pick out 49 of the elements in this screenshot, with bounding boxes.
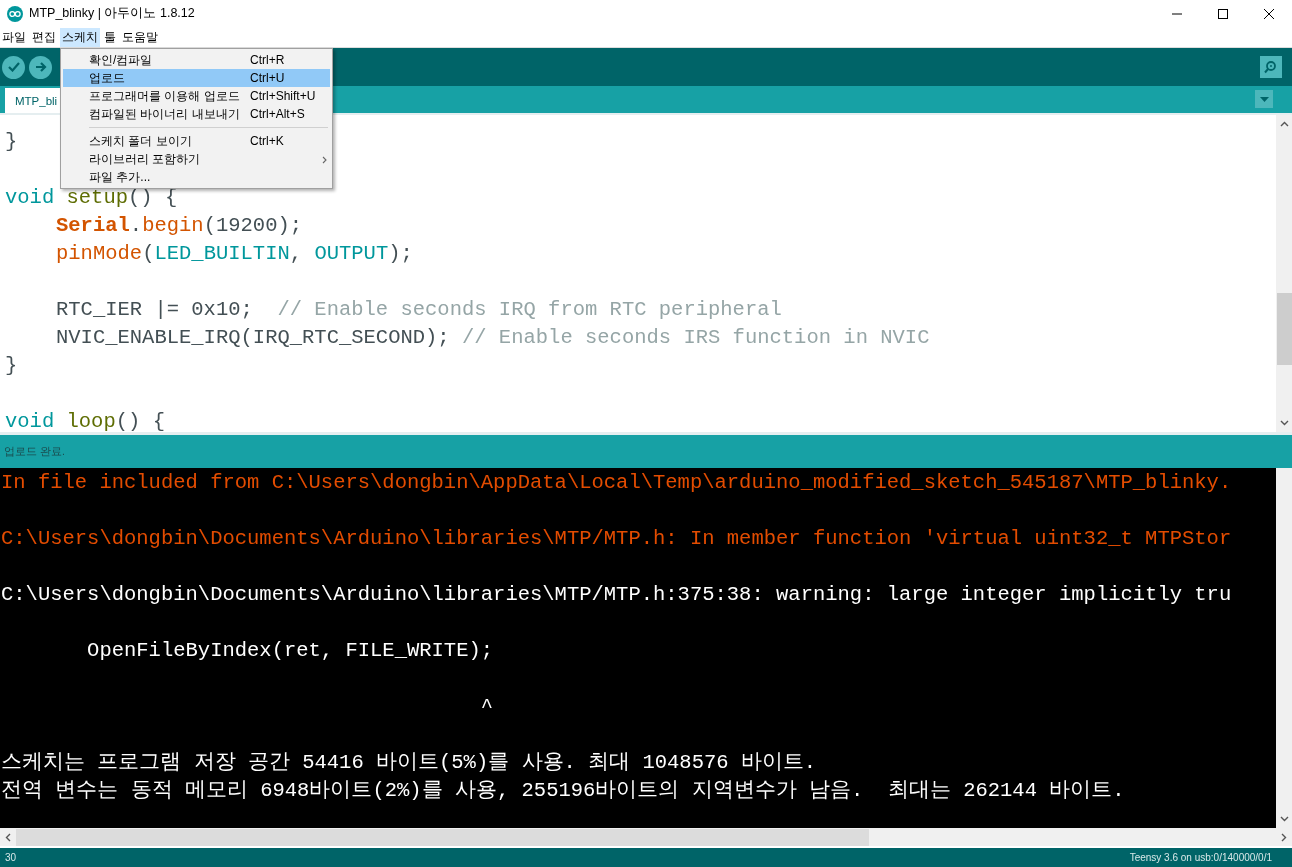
app-logo-icon: [7, 5, 23, 22]
menu-item[interactable]: 스케치 폴더 보이기 Ctrl+K: [63, 132, 330, 150]
serial-monitor-button[interactable]: [1260, 56, 1282, 78]
menu-bar-item[interactable]: 파일: [0, 27, 28, 47]
menu-bar-item[interactable]: 도움말: [120, 27, 160, 47]
console-line: In file included from C:\Users\dongbin\AppData\Local\Temp\arduino_modified_sketch_545187\MTP_blinky.: [0, 470, 1233, 496]
arrow-right-icon: [34, 61, 47, 73]
code-line: }: [5, 129, 18, 155]
console-line: C:\Users\dongbin\Documents\Arduino\libraries\MTP/MTP.h: In member function 'virtual uint32_t MTPStor: [0, 526, 1233, 552]
menu-item[interactable]: 업로드 Ctrl+U: [63, 69, 330, 87]
close-icon: [1264, 8, 1274, 19]
scroll-right-icon[interactable]: [1281, 832, 1287, 842]
menu-bar-item[interactable]: 툴: [102, 27, 118, 47]
line-number: 30: [5, 852, 17, 863]
scroll-down-icon[interactable]: [1279, 420, 1289, 426]
scroll-down-icon[interactable]: [1279, 816, 1289, 822]
scroll-left-icon[interactable]: [5, 832, 11, 842]
menu-item[interactable]: 확인/컴파일 Ctrl+R: [63, 51, 330, 69]
upload-button[interactable]: [29, 55, 52, 79]
menu-item[interactable]: 파일 추가...: [63, 168, 330, 186]
magnifier-icon: [1264, 60, 1278, 74]
scroll-up-icon[interactable]: [1279, 121, 1289, 127]
checkmark-icon: [7, 62, 20, 72]
scrollbar[interactable]: [1276, 468, 1292, 828]
code-line: }: [5, 353, 18, 379]
caret-down-icon: [1259, 96, 1269, 102]
board-info: Teensy 3.6 on usb:0/140000/0/1: [1129, 852, 1272, 863]
menu-bar-item[interactable]: 스케치: [60, 27, 100, 47]
menu-bar-item[interactable]: 편집: [30, 27, 58, 47]
console-line: C:\Users\dongbin\Documents\Arduino\libraries\MTP/MTP.h:375:38: warning: large integer implicitly tru: [0, 582, 1233, 608]
code-line: NVIC_ENABLE_IRQ(IRQ_RTC_SECOND); // Enable seconds IRS function in NVIC: [55, 325, 930, 351]
code-line: Serial.begin(19200);: [55, 213, 303, 239]
scrollbar[interactable]: [0, 828, 1292, 846]
scrollbar[interactable]: [1276, 115, 1292, 432]
status-message: 업로드 완료.: [4, 444, 65, 459]
verify-button[interactable]: [2, 55, 25, 79]
console-line: 스케치는 프로그램 저장 공간 54416 바이트(5%)를 사용. 최대 1048576 바이트.: [0, 750, 818, 776]
window-title: MTP_blinky | 아두이노 1.8.12: [29, 5, 195, 22]
maximize-icon: [1218, 8, 1228, 19]
code-line: pinMode(LED_BUILTIN, OUTPUT);: [55, 241, 413, 267]
scrollbar-thumb[interactable]: [16, 829, 869, 846]
menu-item[interactable]: 라이브러리 포함하기: [63, 150, 330, 168]
console-line: ^: [479, 694, 495, 720]
console-line: OpenFileByIndex(ret, FILE_WRITE);: [86, 638, 495, 664]
scrollbar-thumb[interactable]: [1277, 293, 1292, 365]
code-line: void loop() {: [5, 409, 165, 432]
console-line: 전역 변수는 동적 메모리 6948바이트(2%)를 사용, 255196바이트의 지역변수가 남음. 최대는 262144 바이트.: [0, 778, 1126, 804]
code-line: RTC_IER |= 0x10; // Enable seconds IRQ from RTC peripheral: [55, 297, 782, 323]
tab-menu-button[interactable]: [1255, 90, 1273, 108]
